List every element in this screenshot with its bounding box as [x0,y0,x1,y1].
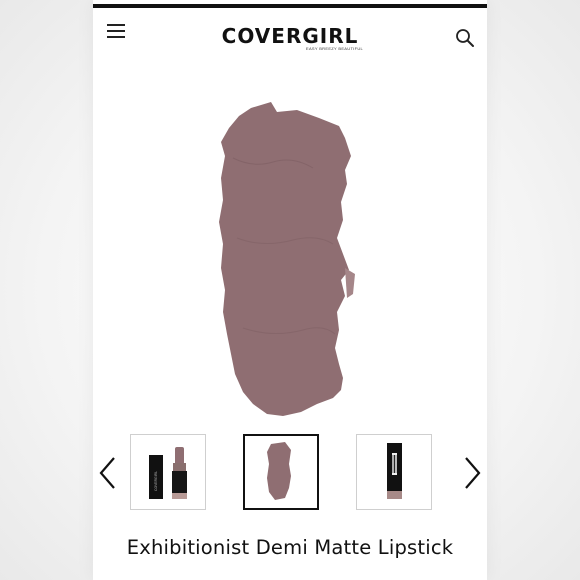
product-swatch-image [213,98,373,420]
product-page: COVERGIRL EASY BREEZY BEAUTIFUL COVERGIR… [93,0,487,580]
chevron-left-icon[interactable] [97,456,119,490]
top-border [93,4,487,8]
thumbnail-swatch[interactable] [243,434,319,510]
thumbnail-carousel: COVERGIRL [93,434,487,516]
product-title: Exhibitionist Demi Matte Lipstick [126,536,454,559]
thumbnail-lipstick-open[interactable]: COVERGIRL [130,434,206,510]
thumbnail-lipstick-back[interactable] [356,434,432,510]
chevron-right-icon[interactable] [461,456,483,490]
brand-logo[interactable]: COVERGIRL EASY BREEZY BEAUTIFUL [93,24,487,51]
brand-tagline: EASY BREEZY BEAUTIFUL [306,46,364,51]
brand-name: COVERGIRL [221,24,359,48]
search-icon[interactable] [455,28,475,48]
lipstick-label: COVERGIRL [154,471,158,491]
